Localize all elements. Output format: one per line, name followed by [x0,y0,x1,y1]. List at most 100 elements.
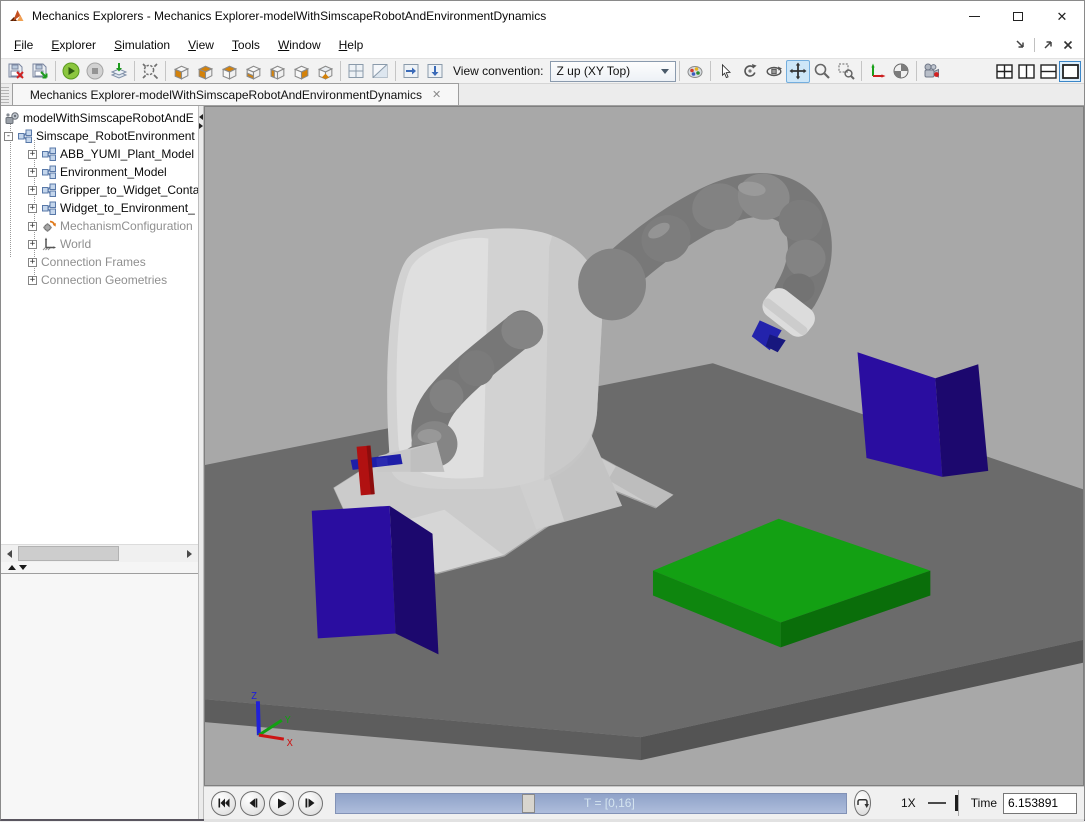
window-title: Mechanics Explorers - Mechanics Explorer… [32,9,546,23]
expand-expander[interactable]: + [28,258,37,267]
expand-expander[interactable]: + [28,186,37,195]
close-pane-icon[interactable] [1062,39,1074,51]
3d-viewport[interactable]: Z Y X [204,106,1084,786]
tree-item-widget-to-environment[interactable]: + Widget_to_Environment_ [1,199,198,217]
menu-file[interactable]: File [5,34,42,56]
zoom-tool-button[interactable] [810,60,834,83]
dock-pane-right-button[interactable] [399,60,423,83]
run-button[interactable] [59,60,83,83]
time-input[interactable] [1003,793,1077,814]
record-video-button[interactable] [920,60,944,83]
subsystem-icon [41,165,56,179]
step-forward-button[interactable] [298,791,323,816]
view-left-button[interactable] [265,60,289,83]
tab-close-icon[interactable]: ✕ [432,88,441,101]
layout-grid-button[interactable] [993,61,1015,82]
orbit-tool-button[interactable] [762,60,786,83]
menu-window[interactable]: Window [269,34,330,56]
menu-view[interactable]: View [179,34,223,56]
select-tool-button[interactable] [714,60,738,83]
view-convention-select[interactable]: Z up (XY Top) [550,61,676,82]
tab-grip-handle[interactable] [1,85,9,105]
dock-pane-down-button[interactable] [423,60,447,83]
tree-item-gripper-to-widget[interactable]: + Gripper_to_Widget_Conta [1,181,198,199]
view-back-button[interactable] [193,60,217,83]
save-model-button[interactable] [4,60,28,83]
save-as-button[interactable] [28,60,52,83]
view-right-button[interactable] [289,60,313,83]
stop-button[interactable] [83,60,107,83]
tree-item-simscape-robotenvironment[interactable]: - Simscape_RobotEnvironment [1,127,198,145]
robot-scene-canvas[interactable]: Z Y X [205,107,1084,785]
expand-expander[interactable]: + [28,150,37,159]
dock-icon[interactable] [1014,38,1027,51]
tree-item-world[interactable]: + World [1,235,198,253]
tab-mechanics-explorer[interactable]: Mechanics Explorer-modelWithSimscapeRobo… [12,83,459,105]
layout-rows-button[interactable] [1037,61,1059,82]
view-bottom-button[interactable] [241,60,265,83]
timeline-slider[interactable]: T = [0,16] [335,793,847,814]
tree-horizontal-scrollbar[interactable] [1,544,198,562]
expand-expander[interactable]: + [28,168,37,177]
close-button[interactable]: ✕ [1040,1,1084,31]
scroll-right-button[interactable] [181,545,198,562]
scroll-right-icon [187,550,192,558]
subsystem-icon [41,201,56,215]
go-to-start-button[interactable] [211,791,236,816]
close-icon: ✕ [1057,10,1068,23]
tree-item-root-model[interactable]: modelWithSimscapeRobotAndE [1,109,198,127]
world-frame-icon [41,237,56,251]
split-single-button[interactable] [368,60,392,83]
visualization-settings-button[interactable] [683,60,707,83]
maximize-button[interactable] [996,1,1040,31]
expand-expander[interactable]: + [28,204,37,213]
expand-expander[interactable]: + [28,276,37,285]
toolbar-separator [55,61,56,81]
export-animation-button[interactable] [107,60,131,83]
zoom-region-button[interactable] [834,60,858,83]
mechanics-explorer-window: Mechanics Explorers - Mechanics Explorer… [0,0,1085,821]
layout-columns-button[interactable] [1015,61,1037,82]
view-top-button[interactable] [217,60,241,83]
menu-help[interactable]: Help [330,34,373,56]
tree-item-connection-geometries[interactable]: + Connection Geometries [1,271,198,289]
collapse-expander[interactable]: - [4,132,13,141]
play-animation-button[interactable] [269,791,294,816]
loop-playback-button[interactable] [854,790,871,816]
tab-bar: Mechanics Explorer-modelWithSimscapeRobo… [1,84,1084,106]
tree-item-abb-yumi-plant-model[interactable]: + ABB_YUMI_Plant_Model [1,145,198,163]
scrollbar-thumb[interactable] [18,546,119,561]
toggle-com-button[interactable] [889,60,913,83]
view-isometric-button[interactable] [313,60,337,83]
menu-tools[interactable]: Tools [223,34,269,56]
fit-to-view-button[interactable] [138,60,162,83]
split-four-button[interactable] [344,60,368,83]
menu-simulation[interactable]: Simulation [105,34,179,56]
layout-single-button[interactable] [1059,61,1081,82]
tree-item-label: Connection Geometries [41,273,167,287]
tree-item-mechanism-configuration[interactable]: + MechanismConfiguration [1,217,198,235]
view-right-icon [292,63,311,80]
speed-slider-thumb[interactable] [955,795,958,811]
tree-item-environment-model[interactable]: + Environment_Model [1,163,198,181]
title-bar[interactable]: Mechanics Explorers - Mechanics Explorer… [1,1,1084,31]
fit-to-view-icon [141,62,159,80]
panel-collapse-handle[interactable] [1,562,198,574]
expand-expander[interactable]: + [28,240,37,249]
speed-slider[interactable] [928,794,947,812]
model-tree: modelWithSimscapeRobotAndE - Simscape_Ro… [1,106,198,544]
scroll-left-button[interactable] [1,545,18,562]
expand-expander[interactable]: + [28,222,37,231]
minimize-button[interactable] [952,1,996,31]
undock-icon[interactable] [1042,38,1055,51]
view-front-button[interactable] [169,60,193,83]
pan-tool-button[interactable] [786,60,810,83]
rotate-tool-button[interactable] [738,60,762,83]
tree-item-connection-frames[interactable]: + Connection Frames [1,253,198,271]
step-back-button[interactable] [240,791,265,816]
toolbar-separator [710,61,711,81]
menu-explorer[interactable]: Explorer [42,34,105,56]
step-forward-icon [305,798,316,808]
toggle-frames-button[interactable] [865,60,889,83]
timeline-thumb[interactable] [522,794,535,813]
